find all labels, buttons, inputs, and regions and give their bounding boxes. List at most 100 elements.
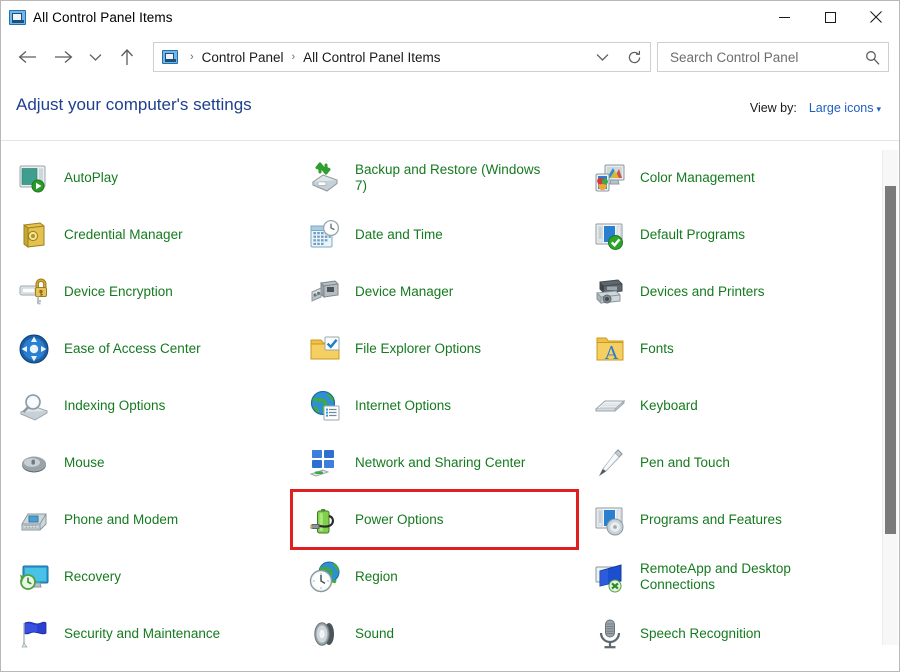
control-panel-item-keyboard[interactable]: Keyboard <box>577 377 875 434</box>
control-panel-item-label: Indexing Options <box>64 398 165 414</box>
search-input[interactable] <box>668 49 865 66</box>
internet-options-icon <box>309 390 341 422</box>
control-panel-item-label: AutoPlay <box>64 170 118 186</box>
header-strip: Adjust your computer's settings View by:… <box>1 81 899 141</box>
view-by-dropdown[interactable]: Large icons▾ <box>809 101 881 115</box>
control-panel-item-color-management[interactable]: Color Management <box>577 149 875 206</box>
autoplay-icon <box>18 162 50 194</box>
fonts-icon: A <box>594 333 626 365</box>
forward-button[interactable] <box>45 40 81 74</box>
control-panel-item-default-programs[interactable]: Default Programs <box>577 206 875 263</box>
view-by-label: View by: <box>750 101 797 115</box>
recent-locations-button[interactable] <box>81 40 109 74</box>
control-panel-item-internet-options[interactable]: Internet Options <box>292 377 577 434</box>
breadcrumb-separator-2: › <box>285 51 301 63</box>
search-box[interactable] <box>657 42 889 72</box>
control-panel-item-indexing-options[interactable]: Indexing Options <box>1 377 292 434</box>
control-panel-item-power-options[interactable]: Power Options <box>292 491 577 548</box>
control-panel-item-file-explorer-options[interactable]: File Explorer Options <box>292 320 577 377</box>
control-panel-item-devices-and-printers[interactable]: Devices and Printers <box>577 263 875 320</box>
control-panel-item-label: Device Manager <box>355 284 453 300</box>
control-panel-window: All Control Panel Items <box>0 0 900 672</box>
minimize-button[interactable] <box>761 1 807 33</box>
control-panel-item-label: Pen and Touch <box>640 455 730 471</box>
svg-text:A: A <box>604 343 619 364</box>
up-button[interactable] <box>109 40 145 74</box>
scrollbar-thumb[interactable] <box>885 186 896 534</box>
control-panel-item-label: Programs and Features <box>640 512 782 528</box>
control-panel-item-device-encryption[interactable]: Device Encryption <box>1 263 292 320</box>
network-sharing-icon <box>309 447 341 479</box>
file-explorer-options-icon <box>309 333 341 365</box>
control-panel-item-speech-recognition[interactable]: Speech Recognition <box>577 605 875 654</box>
control-panel-item-phone-and-modem[interactable]: Phone and Modem <box>1 491 292 548</box>
control-panel-item-label: Device Encryption <box>64 284 173 300</box>
control-panel-item-label: Phone and Modem <box>64 512 178 528</box>
control-panel-item-label: Sound <box>355 626 394 642</box>
control-panel-item-network-and-sharing-center[interactable]: Network and Sharing Center <box>292 434 577 491</box>
control-panel-item-label: File Explorer Options <box>355 341 481 357</box>
view-by-control: View by: Large icons▾ <box>750 101 881 115</box>
control-panel-item-fonts[interactable]: A Fonts <box>577 320 875 377</box>
window-title: All Control Panel Items <box>33 10 173 25</box>
control-panel-item-label: Backup and Restore (Windows 7) <box>355 162 545 194</box>
control-panel-item-programs-and-features[interactable]: Programs and Features <box>577 491 875 548</box>
control-panel-item-credential-manager[interactable]: Credential Manager <box>1 206 292 263</box>
control-panel-item-label: Speech Recognition <box>640 626 761 642</box>
maximize-button[interactable] <box>807 1 853 33</box>
breadcrumb-control-panel[interactable]: Control Panel <box>200 50 286 65</box>
device-manager-icon <box>309 276 341 308</box>
address-bar[interactable]: › Control Panel › All Control Panel Item… <box>153 42 651 72</box>
control-panel-item-backup-and-restore-windows-7[interactable]: Backup and Restore (Windows 7) <box>292 149 577 206</box>
control-panel-item-autoplay[interactable]: AutoPlay <box>1 149 292 206</box>
control-panel-item-date-and-time[interactable]: Date and Time <box>292 206 577 263</box>
devices-printers-icon <box>594 276 626 308</box>
chevron-down-icon[interactable]: ▾ <box>876 104 881 114</box>
view-by-value[interactable]: Large icons <box>809 101 874 115</box>
items-content-area: AutoPlay Backup and Restore (Windows 7) Co… <box>1 141 899 654</box>
keyboard-icon <box>594 390 626 422</box>
mouse-icon <box>18 447 50 479</box>
indexing-options-icon <box>18 390 50 422</box>
date-and-time-icon <box>309 219 341 251</box>
control-panel-item-recovery[interactable]: Recovery <box>1 548 292 605</box>
address-control-panel-icon <box>162 50 178 64</box>
title-bar: All Control Panel Items <box>1 1 899 33</box>
control-panel-items-grid: AutoPlay Backup and Restore (Windows 7) Co… <box>1 141 875 654</box>
control-panel-item-label: Mouse <box>64 455 105 471</box>
close-button[interactable] <box>853 1 899 33</box>
search-icon[interactable] <box>865 50 880 65</box>
device-encryption-icon <box>18 276 50 308</box>
control-panel-item-pen-and-touch[interactable]: Pen and Touch <box>577 434 875 491</box>
page-title: Adjust your computer's settings <box>16 95 252 115</box>
programs-features-icon <box>594 504 626 536</box>
control-panel-item-label: Color Management <box>640 170 755 186</box>
control-panel-item-ease-of-access-center[interactable]: Ease of Access Center <box>1 320 292 377</box>
back-button[interactable] <box>9 40 45 74</box>
control-panel-item-mouse[interactable]: Mouse <box>1 434 292 491</box>
backup-restore-icon <box>309 162 341 194</box>
control-panel-item-remoteapp-and-desktop-connections[interactable]: RemoteApp and Desktop Connections <box>577 548 875 605</box>
navigation-bar: › Control Panel › All Control Panel Item… <box>1 33 899 81</box>
control-panel-item-label: Fonts <box>640 341 674 357</box>
recovery-icon <box>18 561 50 593</box>
sound-icon <box>309 618 341 650</box>
control-panel-item-device-manager[interactable]: Device Manager <box>292 263 577 320</box>
control-panel-item-region[interactable]: Region <box>292 548 577 605</box>
control-panel-item-label: Credential Manager <box>64 227 183 243</box>
security-maintenance-icon <box>18 618 50 650</box>
remoteapp-icon <box>594 561 626 593</box>
speech-recognition-icon <box>594 618 626 650</box>
default-programs-icon <box>594 219 626 251</box>
control-panel-item-sound[interactable]: Sound <box>292 605 577 654</box>
chevron-down-icon[interactable] <box>586 43 618 71</box>
control-panel-item-security-and-maintenance[interactable]: Security and Maintenance <box>1 605 292 654</box>
breadcrumb-separator-1: › <box>184 51 200 63</box>
breadcrumb-all-items[interactable]: All Control Panel Items <box>301 50 442 65</box>
vertical-scrollbar[interactable] <box>882 150 898 645</box>
region-icon <box>309 561 341 593</box>
power-options-icon <box>309 504 341 536</box>
control-panel-item-label: Power Options <box>355 512 444 528</box>
control-panel-item-label: Default Programs <box>640 227 745 243</box>
refresh-icon[interactable] <box>618 43 650 71</box>
